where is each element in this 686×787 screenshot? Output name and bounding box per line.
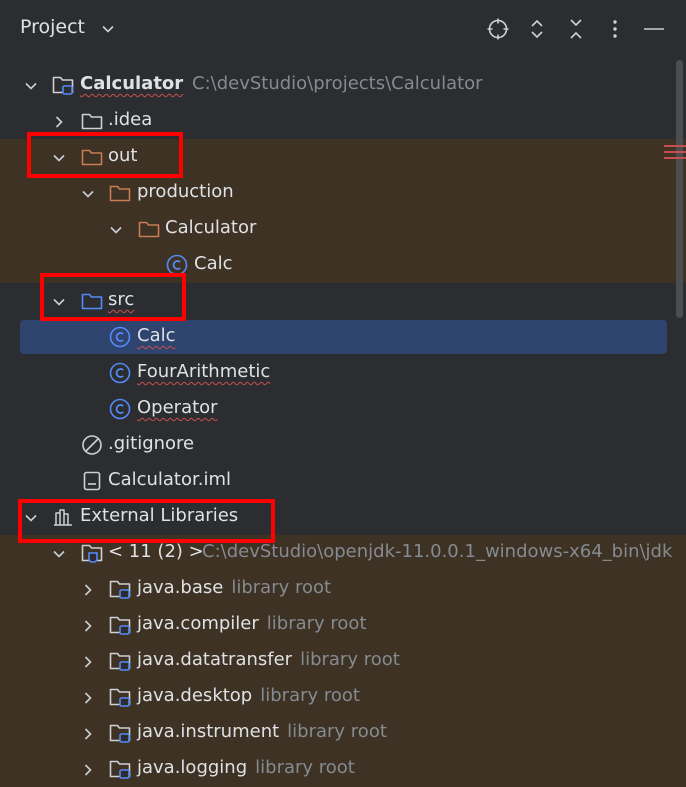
chevron-right-icon[interactable]: [81, 655, 95, 669]
chevron-right-icon[interactable]: [81, 763, 95, 777]
production-folder-label: production: [137, 181, 234, 202]
library-label: java.datatransfer library root: [137, 649, 400, 670]
minimize-icon[interactable]: [642, 17, 666, 41]
idea-folder-label: .idea: [108, 109, 153, 130]
error-stripe-mark[interactable]: [664, 145, 686, 147]
library-label: java.logging library root: [137, 757, 355, 778]
library-label: java.desktop library root: [137, 685, 360, 706]
jdk-path: C:\devStudio\openjdk-11.0.0.1_windows-x6…: [202, 541, 673, 562]
highlight-box-external-libraries: [18, 499, 275, 543]
iml-file-label: Calculator.iml: [108, 469, 232, 490]
excluded-folder-icon: [137, 217, 161, 241]
tree-row-library[interactable]: java.instrument library root: [0, 715, 686, 751]
tree-row-library[interactable]: java.logging library root: [0, 751, 686, 787]
chevron-right-icon[interactable]: [81, 583, 95, 597]
tree-row-out-calculator[interactable]: Calculator: [0, 211, 686, 247]
library-label: java.instrument library root: [137, 721, 387, 742]
chevron-down-icon[interactable]: [24, 79, 38, 93]
chevron-right-icon[interactable]: [81, 691, 95, 705]
gitignore-label: .gitignore: [108, 433, 195, 454]
chevron-right-icon[interactable]: [52, 115, 66, 129]
library-root-icon: [108, 577, 132, 601]
expand-all-icon[interactable]: [525, 17, 549, 41]
highlight-box-src: [40, 273, 186, 321]
root-module-label: Calculator: [80, 73, 184, 94]
class-icon: [108, 325, 132, 349]
module-folder-icon: [51, 73, 75, 97]
out-calculator-folder-label: Calculator: [165, 217, 257, 238]
tree-row-library[interactable]: java.compiler library root: [0, 607, 686, 643]
locate-icon[interactable]: [486, 17, 510, 41]
tree-row-production[interactable]: production: [0, 175, 686, 211]
tree-row-library[interactable]: java.desktop library root: [0, 679, 686, 715]
src-calc-label: Calc: [137, 325, 176, 346]
jdk-label: < 11 (2) >: [108, 541, 204, 562]
out-calc-label: Calc: [194, 253, 233, 274]
vertical-scrollbar[interactable]: [676, 60, 683, 318]
ignore-file-icon: [80, 433, 104, 457]
tree-row-gitignore[interactable]: .gitignore: [0, 427, 686, 463]
tree-row-operator[interactable]: Operator: [0, 391, 686, 427]
tree-row-four-arithmetic[interactable]: FourArithmetic: [0, 355, 686, 391]
highlight-box-out: [27, 132, 183, 178]
tree-row-root[interactable]: Calculator C:\devStudio\projects\Calcula…: [0, 67, 686, 103]
library-label: java.compiler library root: [137, 613, 367, 634]
jdk-icon: [80, 541, 104, 565]
chevron-down-icon[interactable]: [101, 22, 115, 36]
library-label: java.base library root: [137, 577, 332, 598]
class-icon: [108, 397, 132, 421]
panel-title[interactable]: Project: [20, 16, 85, 38]
tree-row-src-calc[interactable]: Calc: [0, 319, 686, 355]
chevron-right-icon[interactable]: [81, 727, 95, 741]
class-icon: [108, 361, 132, 385]
error-stripe-mark[interactable]: [664, 157, 686, 159]
four-arithmetic-label: FourArithmetic: [137, 361, 271, 382]
tree-row-library[interactable]: java.datatransfer library root: [0, 643, 686, 679]
chevron-down-icon[interactable]: [109, 223, 123, 237]
tree-row-iml[interactable]: Calculator.iml: [0, 463, 686, 499]
panel-header: Project: [0, 0, 686, 58]
collapse-all-icon[interactable]: [564, 17, 588, 41]
tree-row-library[interactable]: java.base library root: [0, 571, 686, 607]
library-root-icon: [108, 757, 132, 781]
root-path: C:\devStudio\projects\Calculator: [192, 73, 483, 94]
library-root-icon: [108, 613, 132, 637]
more-options-icon[interactable]: [603, 17, 627, 41]
folder-icon: [80, 109, 104, 133]
chevron-right-icon[interactable]: [81, 619, 95, 633]
iml-file-icon: [80, 469, 104, 493]
library-root-icon: [108, 721, 132, 745]
operator-label: Operator: [137, 397, 218, 418]
excluded-folder-icon: [108, 181, 132, 205]
chevron-down-icon[interactable]: [81, 187, 95, 201]
library-root-icon: [108, 649, 132, 673]
library-root-icon: [108, 685, 132, 709]
chevron-down-icon[interactable]: [52, 547, 66, 561]
error-stripe-mark[interactable]: [664, 151, 686, 153]
